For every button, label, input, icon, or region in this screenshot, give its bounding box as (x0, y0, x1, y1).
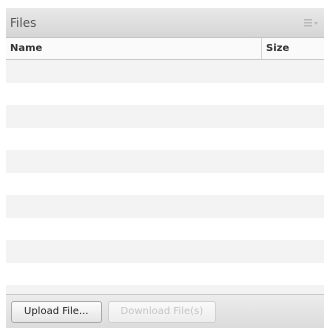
table-row (6, 60, 324, 83)
table-row (6, 240, 324, 263)
table-row (6, 127, 324, 150)
column-header-name[interactable]: Name (6, 38, 262, 59)
table-row (6, 172, 324, 195)
upload-file-button[interactable]: Upload File... (11, 300, 102, 323)
panel-titlebar: Files (6, 8, 324, 38)
download-files-button: Download File(s) (107, 300, 217, 323)
table-row (6, 262, 324, 285)
table-row (6, 150, 324, 173)
table-row (6, 105, 324, 128)
panel-menu-icon[interactable] (304, 18, 318, 28)
panel-footer: Upload File... Download File(s) (6, 294, 324, 328)
table-row (6, 217, 324, 240)
file-list[interactable] (6, 60, 324, 308)
table-row (6, 195, 324, 218)
column-header-size[interactable]: Size (262, 38, 324, 59)
table-row (6, 82, 324, 105)
panel-title: Files (10, 15, 37, 30)
table-header: Name Size (6, 38, 324, 60)
files-panel: Files Name Size Upload File... Download … (6, 8, 324, 328)
